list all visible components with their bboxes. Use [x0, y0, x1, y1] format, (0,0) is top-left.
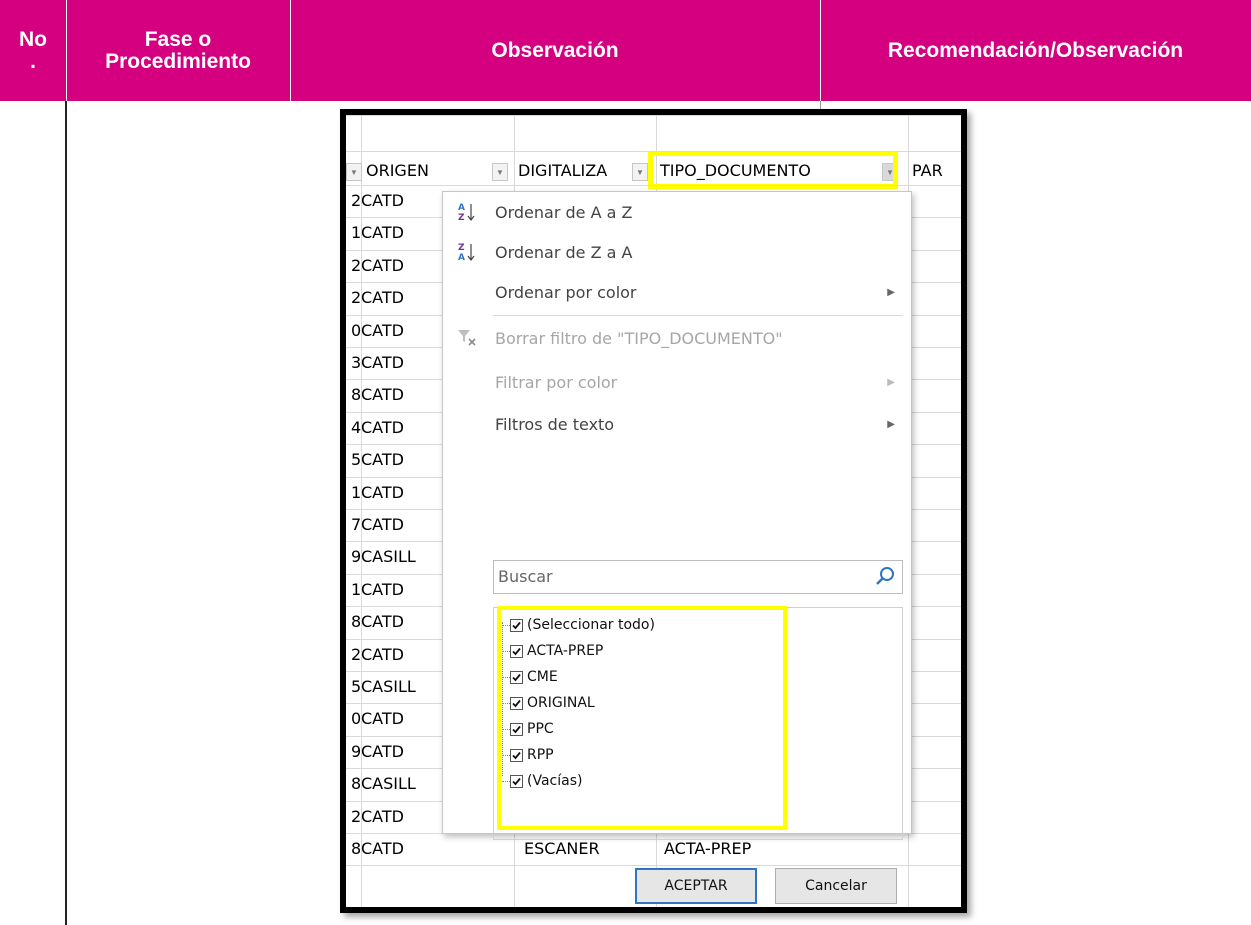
menu-sort-az[interactable]: AZ Ordenar de A a Z: [443, 192, 911, 232]
search-placeholder: Buscar: [498, 567, 553, 586]
row-number-cell: 7: [351, 515, 361, 534]
menu-sort-by-color-label: Ordenar por color: [495, 282, 637, 302]
menu-sort-za[interactable]: ZA Ordenar de Z a A: [443, 232, 911, 272]
header-col-observation: Observación: [491, 38, 619, 62]
col-header-part: PAR: [912, 161, 943, 180]
row-number-cell: 8: [351, 612, 361, 632]
submenu-arrow-icon: ▶: [887, 418, 895, 430]
row-number-cell: 8: [351, 774, 361, 794]
sort-za-icon: ZA: [453, 241, 481, 263]
clear-filter-icon: [453, 327, 481, 349]
sort-az-icon: AZ: [453, 201, 481, 223]
excel-screenshot: ▼ ORIGEN ▼ DIGITALIZA ▼ TIPO_DOCUMENTO ▼…: [340, 109, 967, 913]
spreadsheet-grid: ▼ ORIGEN ▼ DIGITALIZA ▼ TIPO_DOCUMENTO ▼…: [346, 115, 961, 907]
accept-button[interactable]: ACEPTAR: [635, 868, 757, 904]
origen-cell: CATD: [361, 320, 404, 340]
menu-sort-az-label: Ordenar de A a Z: [495, 202, 633, 222]
svg-text:A: A: [458, 253, 465, 263]
highlight-box-values: [497, 606, 787, 830]
origen-cell: CATD: [361, 839, 404, 858]
row-number-cell: 2: [351, 644, 361, 664]
submenu-arrow-icon: ▶: [887, 376, 895, 388]
digitaliza-cell: ESCANER: [524, 839, 600, 858]
origen-cell: CATD: [361, 741, 404, 761]
row-number-cell: 1: [351, 223, 361, 243]
filter-search-input[interactable]: Buscar: [493, 560, 903, 594]
highlight-box-header: [648, 151, 898, 189]
row-number-cell: 1: [351, 579, 361, 599]
tipo-documento-cell: ACTA-PREP: [664, 839, 752, 858]
menu-filter-by-color[interactable]: Filtrar por color ▶: [443, 362, 911, 402]
filter-dropdown-digitaliza[interactable]: ▼: [632, 163, 648, 181]
row-number-cell: 0: [351, 320, 361, 340]
origen-cell: CATD: [361, 612, 404, 632]
col-header-origen: ORIGEN: [366, 161, 429, 180]
origen-cell: CATD: [361, 417, 404, 437]
svg-text:Z: Z: [458, 243, 465, 253]
origen-cell: CATD: [361, 353, 404, 372]
row-number-cell: 5: [351, 450, 361, 470]
header-col-phase: Fase o Procedimiento: [66, 0, 290, 101]
origen-cell: CATD: [361, 223, 404, 243]
col-header-digitaliza: DIGITALIZA: [518, 161, 608, 180]
origen-cell: CASILL: [361, 774, 416, 794]
filter-dropdown-prev[interactable]: ▼: [346, 163, 362, 181]
origen-cell: CATD: [361, 450, 404, 470]
row-number-cell: 0: [351, 709, 361, 729]
search-icon: [874, 565, 896, 591]
row-number-cell: 2: [351, 191, 361, 210]
cancel-button[interactable]: Cancelar: [775, 868, 897, 904]
document-table-header: No . Fase o Procedimiento Observación Re…: [0, 0, 1251, 101]
header-col-number: No .: [0, 0, 66, 101]
filter-dropdown-origen[interactable]: ▼: [492, 163, 508, 181]
header-col-phase-line2: Procedimiento: [105, 49, 251, 73]
header-col-number-line2: .: [30, 49, 36, 73]
origen-cell: CATD: [361, 806, 404, 826]
row-number-cell: 4: [351, 417, 361, 437]
header-col-phase-line1: Fase o: [144, 27, 212, 51]
row-number-cell: 2: [351, 255, 361, 275]
menu-sort-by-color[interactable]: Ordenar por color ▶: [443, 272, 911, 312]
origen-cell: CATD: [361, 709, 404, 729]
row-number-cell: 8: [351, 385, 361, 405]
row-number-cell: 9: [351, 547, 361, 567]
origen-cell: CASILL: [361, 547, 416, 567]
header-col-number-line1: No: [19, 27, 47, 51]
origen-cell: CATD: [361, 255, 404, 275]
row-number-cell: 5: [351, 677, 361, 696]
origen-cell: CATD: [361, 482, 404, 502]
menu-text-filters[interactable]: Filtros de texto ▶: [443, 404, 911, 444]
filter-dropdown-menu: AZ Ordenar de A a Z ZA Ordenar de Z a A …: [442, 191, 912, 904]
svg-text:Z: Z: [458, 213, 465, 223]
menu-sort-za-label: Ordenar de Z a A: [495, 242, 633, 262]
table-divider-1: [65, 101, 67, 925]
row-number-cell: 2: [351, 806, 361, 826]
row-number-cell: 1: [351, 482, 361, 502]
origen-cell: CATD: [361, 515, 404, 534]
menu-clear-filter[interactable]: Borrar filtro de "TIPO_DOCUMENTO": [443, 318, 911, 358]
menu-clear-filter-label: Borrar filtro de "TIPO_DOCUMENTO": [495, 328, 783, 348]
origen-cell: CATD: [361, 191, 404, 210]
origen-cell: CATD: [361, 579, 404, 599]
row-number-cell: 9: [351, 741, 361, 761]
row-number-cell: 8: [351, 839, 361, 858]
menu-filter-by-color-label: Filtrar por color: [495, 372, 618, 392]
svg-text:A: A: [458, 203, 465, 213]
origen-cell: CATD: [361, 385, 404, 405]
row-number-cell: 3: [351, 353, 361, 372]
origen-cell: CATD: [361, 644, 404, 664]
submenu-arrow-icon: ▶: [887, 286, 895, 298]
row-number-cell: 2: [351, 288, 361, 308]
menu-text-filters-label: Filtros de texto: [495, 414, 615, 434]
origen-cell: CASILL: [361, 677, 416, 696]
origen-cell: CATD: [361, 288, 404, 308]
header-col-recommendation: Recomendación/Observación: [887, 38, 1184, 62]
